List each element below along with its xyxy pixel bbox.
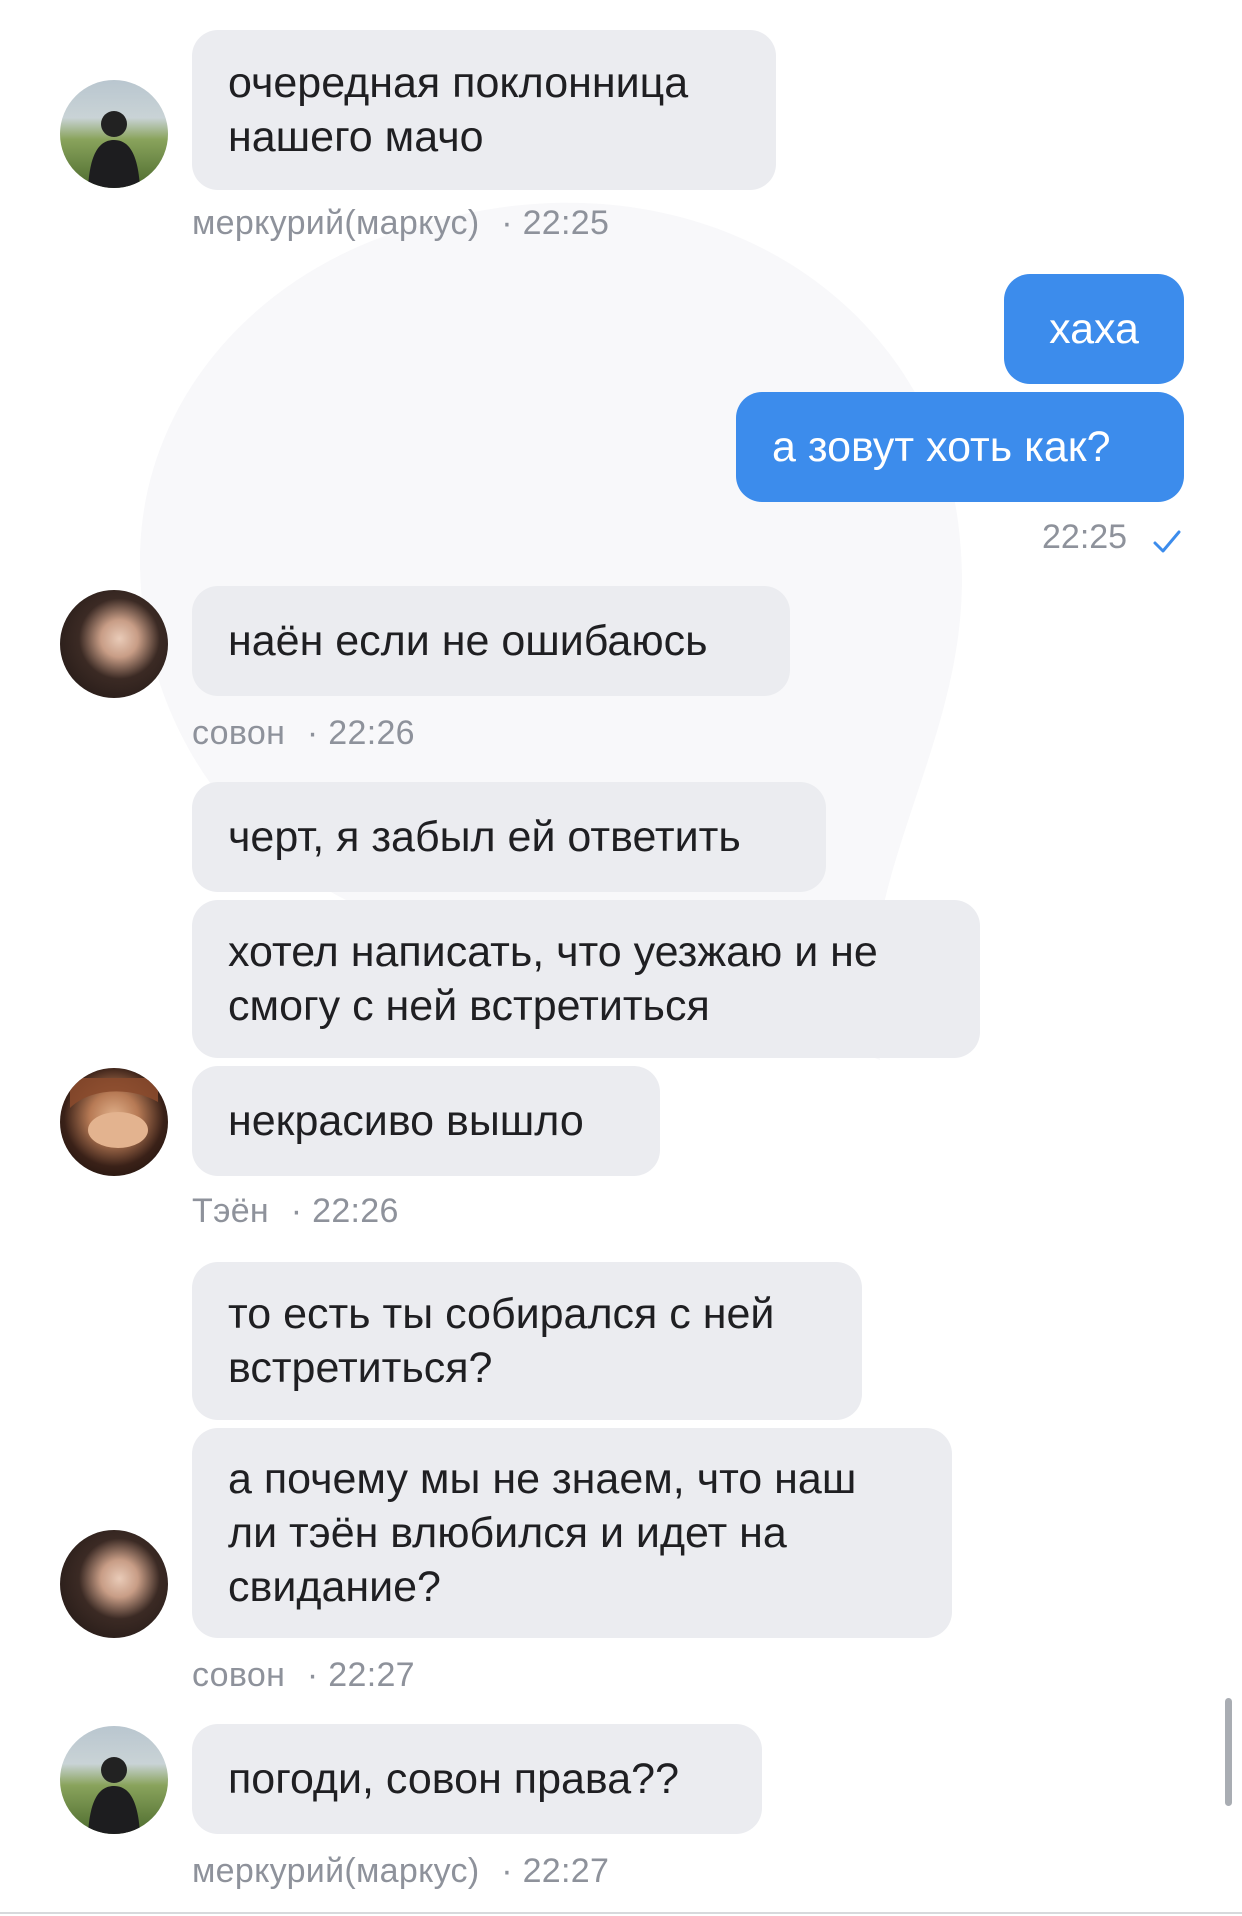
message-bubble[interactable]: черт, я забыл ей ответить xyxy=(192,782,826,892)
message-meta: меркурий(маркус) · 22:25 xyxy=(192,204,609,243)
message-bubble[interactable]: хотел написать, что уезжаю и не смогу с … xyxy=(192,900,980,1058)
message-time: · 22:26 xyxy=(290,1192,399,1230)
avatar-mercury[interactable] xyxy=(60,80,168,188)
message-text: некрасиво вышло xyxy=(228,1097,584,1145)
message-bubble[interactable]: наён если не ошибаюсь xyxy=(192,586,790,696)
person-silhouette-icon xyxy=(88,111,140,188)
sender-name[interactable]: меркурий(маркус) xyxy=(192,204,479,242)
message-text: то есть ты собирался с ней встретиться? xyxy=(228,1290,775,1392)
outgoing-message-bubble[interactable]: а зовут хоть как? xyxy=(736,392,1184,502)
read-check-icon xyxy=(1153,530,1181,553)
hand-over-face-icon xyxy=(70,1078,158,1148)
message-text: хотел написать, что уезжаю и не смогу с … xyxy=(228,928,878,1030)
message-text: черт, я забыл ей ответить xyxy=(228,813,741,861)
message-time: · 22:27 xyxy=(501,1852,610,1890)
message-meta: меркурий(маркус) · 22:27 xyxy=(192,1852,609,1891)
message-text: хаха xyxy=(1049,305,1139,353)
message-time: · 22:25 xyxy=(501,204,610,242)
sender-name[interactable]: меркурий(маркус) xyxy=(192,1852,479,1890)
sender-name[interactable]: совон xyxy=(192,1656,285,1694)
message-meta: совон · 22:27 xyxy=(192,1656,415,1695)
scrollbar-thumb[interactable] xyxy=(1225,1698,1232,1806)
message-bubble[interactable]: очередная поклонница нашего мачо xyxy=(192,30,776,190)
avatar-mercury[interactable] xyxy=(60,1726,168,1834)
person-silhouette-icon xyxy=(88,1757,140,1834)
message-bubble[interactable]: некрасиво вышло xyxy=(192,1066,660,1176)
avatar-sowon[interactable] xyxy=(60,590,168,698)
message-text: а почему мы не знаем, что наш ли тэён вл… xyxy=(228,1455,857,1611)
message-time: · 22:27 xyxy=(306,1656,415,1694)
avatar-sowon[interactable] xyxy=(60,1530,168,1638)
message-text: очередная поклонница нашего мачо xyxy=(228,59,689,161)
message-text: наён если не ошибаюсь xyxy=(228,617,708,665)
message-bubble[interactable]: то есть ты собирался с ней встретиться? xyxy=(192,1262,862,1420)
message-bubble[interactable]: погоди, совон права?? xyxy=(192,1724,762,1834)
message-meta: совон · 22:26 xyxy=(192,714,415,753)
message-bubble[interactable]: а почему мы не знаем, что наш ли тэён вл… xyxy=(192,1428,952,1638)
avatar-taeyong[interactable] xyxy=(60,1068,168,1176)
divider xyxy=(0,1912,1242,1914)
message-text: а зовут хоть как? xyxy=(772,423,1111,471)
sender-name[interactable]: совон xyxy=(192,714,285,752)
message-meta: Тэён · 22:26 xyxy=(192,1192,399,1231)
outgoing-message-bubble[interactable]: хаха xyxy=(1004,274,1184,384)
message-time: · 22:26 xyxy=(306,714,415,752)
message-text: погоди, совон права?? xyxy=(228,1755,679,1803)
sender-name[interactable]: Тэён xyxy=(192,1192,269,1230)
message-time: 22:25 xyxy=(1042,518,1128,556)
